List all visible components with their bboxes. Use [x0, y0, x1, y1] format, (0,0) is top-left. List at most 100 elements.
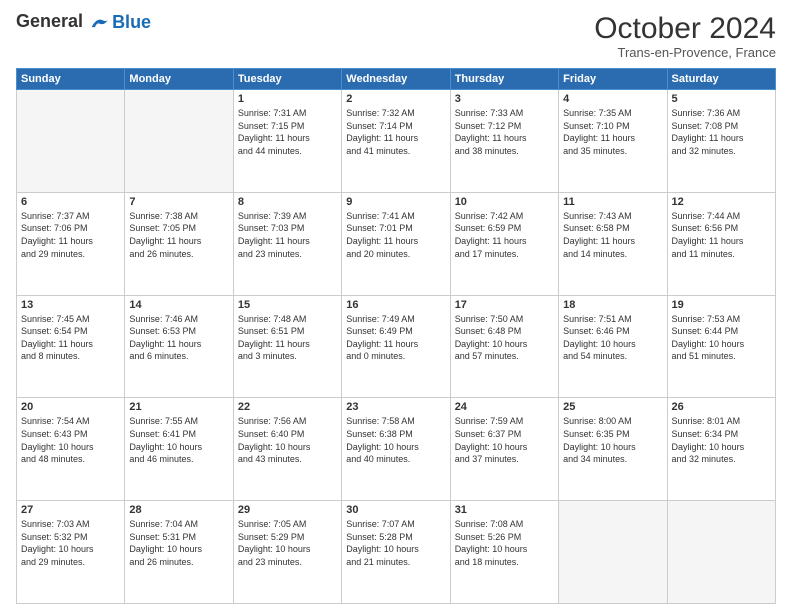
day-number: 30	[346, 504, 445, 516]
calendar-day-cell	[125, 90, 233, 193]
calendar-day-cell: 19 Sunrise: 7:53 AM Sunset: 6:44 PM Dayli…	[667, 295, 775, 398]
day-info: Sunrise: 7:03 AM Sunset: 5:32 PM Dayligh…	[21, 518, 120, 568]
calendar-week-row: 20 Sunrise: 7:54 AM Sunset: 6:43 PM Dayli…	[17, 398, 776, 501]
day-number: 1	[238, 93, 337, 105]
calendar-day-cell: 13Sunrise: 7:45 AM Sunset: 6:54 PM Dayli…	[17, 295, 125, 398]
day-info: Sunrise: 7:51 AM Sunset: 6:46 PM Dayligh…	[563, 313, 662, 363]
calendar-header-cell: Friday	[559, 69, 667, 90]
calendar-day-cell: 27Sunrise: 7:03 AM Sunset: 5:32 PM Dayli…	[17, 501, 125, 604]
calendar-day-cell: 20 Sunrise: 7:54 AM Sunset: 6:43 PM Dayli…	[17, 398, 125, 501]
logo-bird-icon	[90, 13, 110, 33]
calendar-week-row: 1Sunrise: 7:31 AM Sunset: 7:15 PM Daylig…	[17, 90, 776, 193]
calendar-day-cell: 17 Sunrise: 7:50 AM Sunset: 6:48 PM Dayli…	[450, 295, 558, 398]
calendar-day-cell: 11Sunrise: 7:43 AM Sunset: 6:58 PM Dayli…	[559, 192, 667, 295]
calendar-day-cell: 31Sunrise: 7:08 AM Sunset: 5:26 PM Dayli…	[450, 501, 558, 604]
day-info: Sunrise: 7:58 AM Sunset: 6:38 PM Dayligh…	[346, 415, 445, 465]
calendar-day-cell: 8 Sunrise: 7:39 AM Sunset: 7:03 PM Daylig…	[233, 192, 341, 295]
calendar-day-cell: 23 Sunrise: 7:58 AM Sunset: 6:38 PM Dayli…	[342, 398, 450, 501]
calendar-day-cell: 28 Sunrise: 7:04 AM Sunset: 5:31 PM Dayli…	[125, 501, 233, 604]
calendar-day-cell: 7Sunrise: 7:38 AM Sunset: 7:05 PM Daylig…	[125, 192, 233, 295]
day-number: 18	[563, 299, 662, 311]
day-info: Sunrise: 7:42 AM Sunset: 6:59 PM Dayligh…	[455, 210, 554, 260]
calendar-day-cell	[17, 90, 125, 193]
day-number: 24	[455, 401, 554, 413]
day-info: Sunrise: 7:08 AM Sunset: 5:26 PM Dayligh…	[455, 518, 554, 568]
month-title: October 2024	[594, 12, 776, 45]
day-number: 22	[238, 401, 337, 413]
calendar-table: SundayMondayTuesdayWednesdayThursdayFrid…	[16, 68, 776, 604]
calendar-header-cell: Saturday	[667, 69, 775, 90]
day-info: Sunrise: 7:32 AM Sunset: 7:14 PM Dayligh…	[346, 107, 445, 157]
day-number: 15	[238, 299, 337, 311]
calendar-day-cell: 22Sunrise: 7:56 AM Sunset: 6:40 PM Dayli…	[233, 398, 341, 501]
calendar-day-cell: 24 Sunrise: 7:59 AM Sunset: 6:37 PM Dayli…	[450, 398, 558, 501]
logo: General Blue	[16, 12, 151, 33]
calendar-header-cell: Thursday	[450, 69, 558, 90]
day-info: Sunrise: 7:44 AM Sunset: 6:56 PM Dayligh…	[672, 210, 771, 260]
day-number: 21	[129, 401, 228, 413]
calendar-day-cell	[559, 501, 667, 604]
calendar-day-cell: 12 Sunrise: 7:44 AM Sunset: 6:56 PM Dayli…	[667, 192, 775, 295]
day-info: Sunrise: 7:36 AM Sunset: 7:08 PM Dayligh…	[672, 107, 771, 157]
day-number: 3	[455, 93, 554, 105]
day-info: Sunrise: 7:39 AM Sunset: 7:03 PM Dayligh…	[238, 210, 337, 260]
day-number: 9	[346, 196, 445, 208]
day-info: Sunrise: 7:35 AM Sunset: 7:10 PM Dayligh…	[563, 107, 662, 157]
calendar-header-row: SundayMondayTuesdayWednesdayThursdayFrid…	[17, 69, 776, 90]
day-number: 12	[672, 196, 771, 208]
calendar-day-cell: 21 Sunrise: 7:55 AM Sunset: 6:41 PM Dayli…	[125, 398, 233, 501]
day-number: 25	[563, 401, 662, 413]
day-info: Sunrise: 7:55 AM Sunset: 6:41 PM Dayligh…	[129, 415, 228, 465]
location: Trans-en-Provence, France	[594, 45, 776, 60]
calendar-day-cell: 4 Sunrise: 7:35 AM Sunset: 7:10 PM Daylig…	[559, 90, 667, 193]
header-right: October 2024 Trans-en-Provence, France	[594, 12, 776, 60]
calendar-header-cell: Tuesday	[233, 69, 341, 90]
day-number: 11	[563, 196, 662, 208]
calendar-header-cell: Monday	[125, 69, 233, 90]
calendar-week-row: 13Sunrise: 7:45 AM Sunset: 6:54 PM Dayli…	[17, 295, 776, 398]
day-number: 28	[129, 504, 228, 516]
day-info: Sunrise: 7:49 AM Sunset: 6:49 PM Dayligh…	[346, 313, 445, 363]
calendar-day-cell: 26 Sunrise: 8:01 AM Sunset: 6:34 PM Dayli…	[667, 398, 775, 501]
day-info: Sunrise: 7:59 AM Sunset: 6:37 PM Dayligh…	[455, 415, 554, 465]
day-info: Sunrise: 7:04 AM Sunset: 5:31 PM Dayligh…	[129, 518, 228, 568]
day-info: Sunrise: 7:50 AM Sunset: 6:48 PM Dayligh…	[455, 313, 554, 363]
calendar-day-cell: 1Sunrise: 7:31 AM Sunset: 7:15 PM Daylig…	[233, 90, 341, 193]
logo-blue: Blue	[112, 12, 151, 33]
day-number: 8	[238, 196, 337, 208]
calendar-day-cell: 15 Sunrise: 7:48 AM Sunset: 6:51 PM Dayli…	[233, 295, 341, 398]
day-info: Sunrise: 7:41 AM Sunset: 7:01 PM Dayligh…	[346, 210, 445, 260]
day-number: 14	[129, 299, 228, 311]
day-number: 29	[238, 504, 337, 516]
day-number: 19	[672, 299, 771, 311]
day-number: 5	[672, 93, 771, 105]
day-info: Sunrise: 7:53 AM Sunset: 6:44 PM Dayligh…	[672, 313, 771, 363]
calendar-week-row: 27Sunrise: 7:03 AM Sunset: 5:32 PM Dayli…	[17, 501, 776, 604]
calendar-day-cell: 16Sunrise: 7:49 AM Sunset: 6:49 PM Dayli…	[342, 295, 450, 398]
calendar-body: 1Sunrise: 7:31 AM Sunset: 7:15 PM Daylig…	[17, 90, 776, 604]
day-info: Sunrise: 7:48 AM Sunset: 6:51 PM Dayligh…	[238, 313, 337, 363]
day-info: Sunrise: 8:01 AM Sunset: 6:34 PM Dayligh…	[672, 415, 771, 465]
header: General Blue October 2024 Trans-en-Prove…	[16, 12, 776, 60]
calendar-day-cell: 9 Sunrise: 7:41 AM Sunset: 7:01 PM Daylig…	[342, 192, 450, 295]
day-number: 26	[672, 401, 771, 413]
day-info: Sunrise: 7:37 AM Sunset: 7:06 PM Dayligh…	[21, 210, 120, 260]
calendar-day-cell: 25Sunrise: 8:00 AM Sunset: 6:35 PM Dayli…	[559, 398, 667, 501]
calendar-day-cell: 18 Sunrise: 7:51 AM Sunset: 6:46 PM Dayli…	[559, 295, 667, 398]
page: General Blue October 2024 Trans-en-Prove…	[0, 0, 792, 612]
day-info: Sunrise: 7:54 AM Sunset: 6:43 PM Dayligh…	[21, 415, 120, 465]
day-number: 23	[346, 401, 445, 413]
day-number: 17	[455, 299, 554, 311]
day-number: 4	[563, 93, 662, 105]
day-info: Sunrise: 7:07 AM Sunset: 5:28 PM Dayligh…	[346, 518, 445, 568]
day-info: Sunrise: 7:33 AM Sunset: 7:12 PM Dayligh…	[455, 107, 554, 157]
day-number: 20	[21, 401, 120, 413]
day-info: Sunrise: 7:05 AM Sunset: 5:29 PM Dayligh…	[238, 518, 337, 568]
day-info: Sunrise: 7:46 AM Sunset: 6:53 PM Dayligh…	[129, 313, 228, 363]
calendar-day-cell: 30 Sunrise: 7:07 AM Sunset: 5:28 PM Dayli…	[342, 501, 450, 604]
calendar-day-cell: 3 Sunrise: 7:33 AM Sunset: 7:12 PM Daylig…	[450, 90, 558, 193]
day-number: 6	[21, 196, 120, 208]
calendar-header-cell: Wednesday	[342, 69, 450, 90]
calendar-day-cell: 2 Sunrise: 7:32 AM Sunset: 7:14 PM Daylig…	[342, 90, 450, 193]
day-number: 2	[346, 93, 445, 105]
